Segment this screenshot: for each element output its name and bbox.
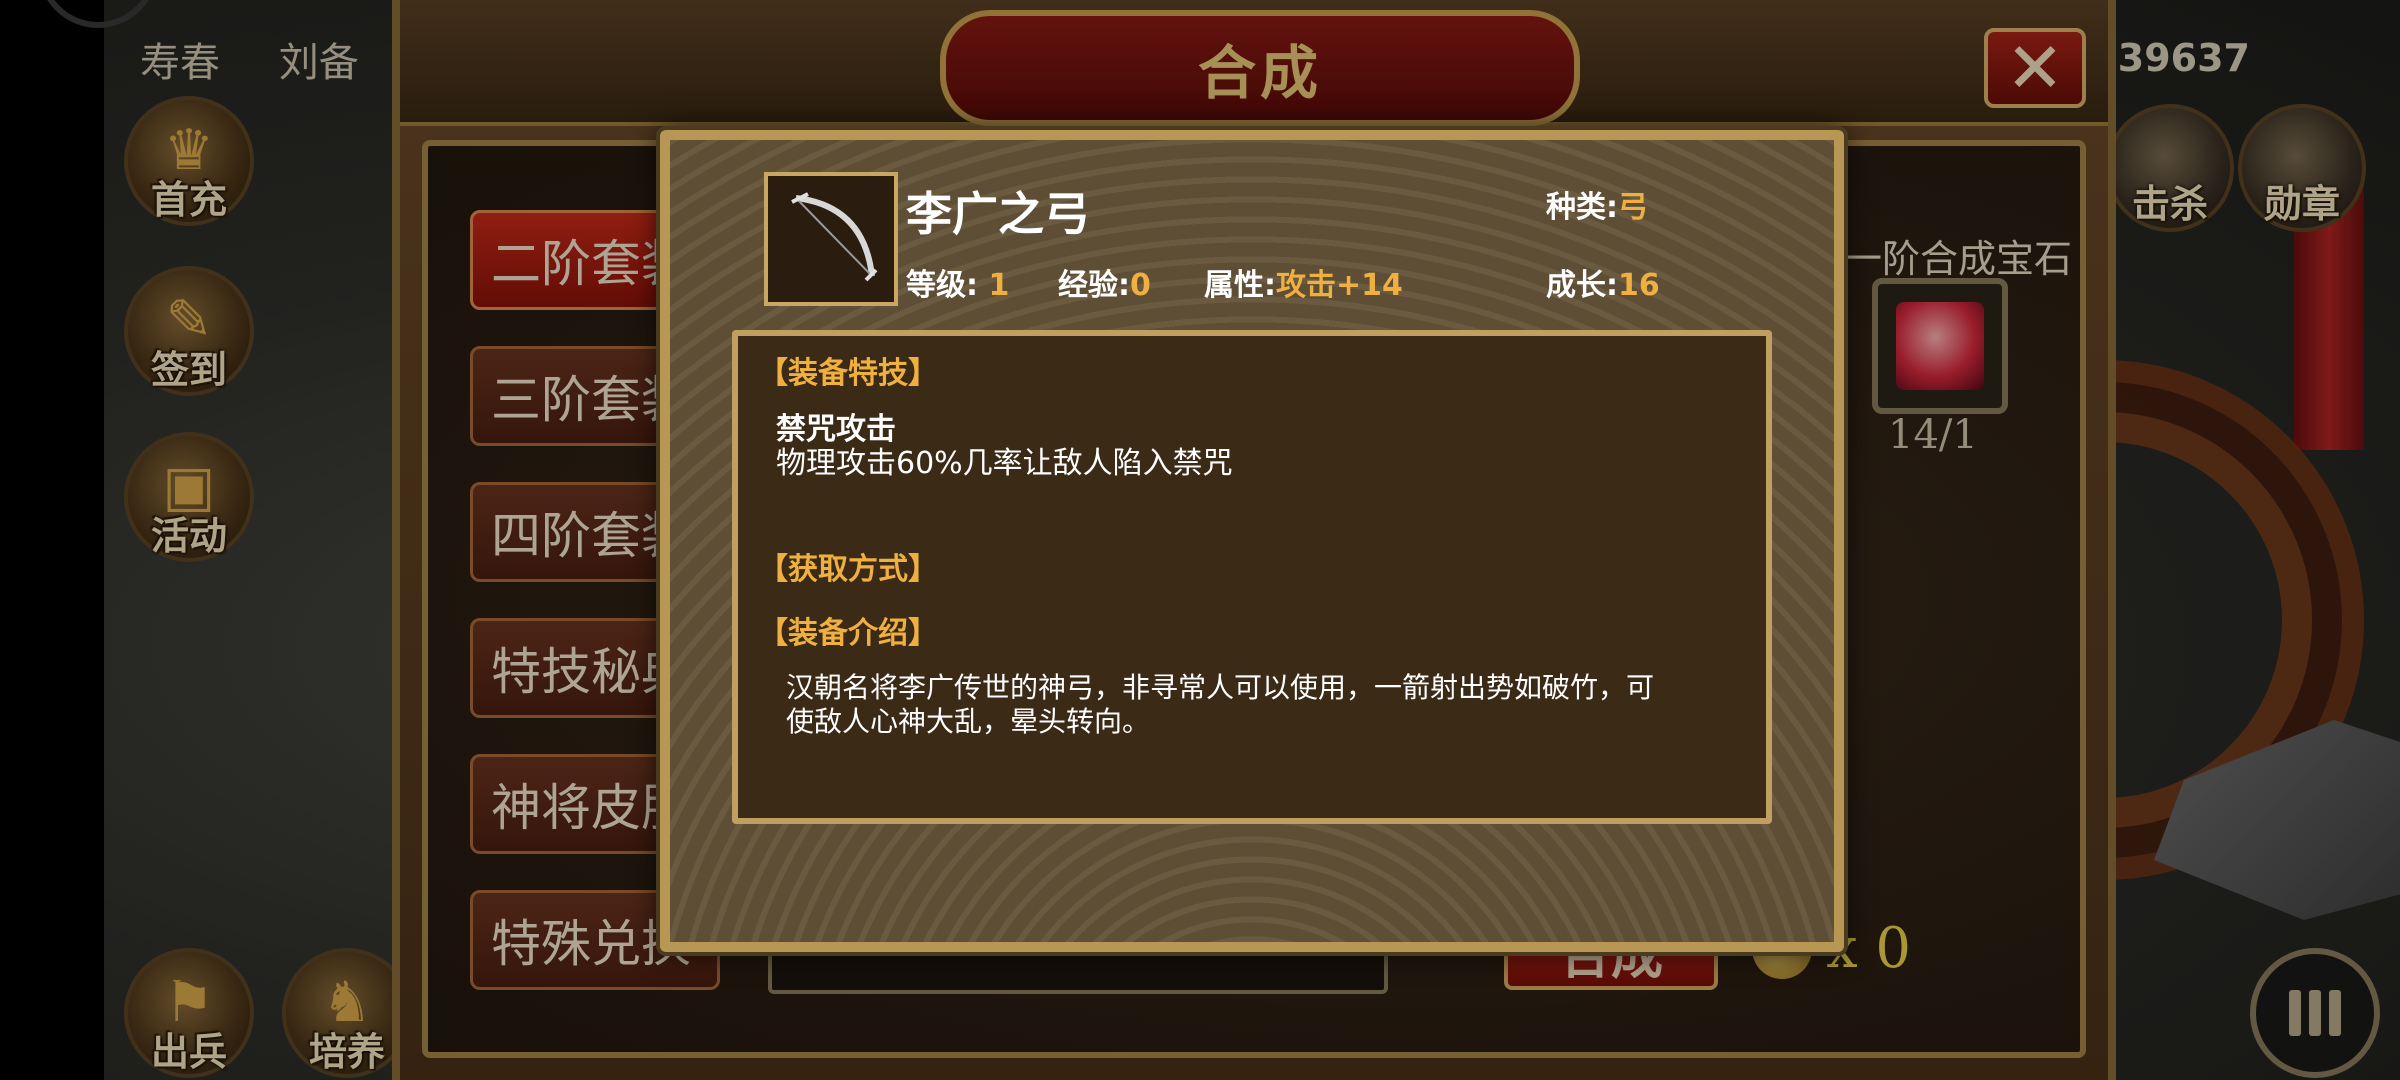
growth-stat: 成长:16 [1546,260,1660,304]
attribute-stat: 属性:攻击+14 [1204,260,1403,304]
attribute-value: 攻击+14 [1276,268,1403,303]
skill-header: 【装备特技】 [758,356,938,391]
exp-value: 0 [1130,268,1151,303]
growth-value: 16 [1618,268,1660,303]
item-description-box: 【装备特技】 禁咒攻击 物理攻击60%几率让敌人陷入禁咒 【获取方式】 【装备介… [732,330,1772,824]
exp-label: 经验: [1058,268,1130,303]
level-stat: 等级: 1 [906,260,1009,304]
attribute-label: 属性: [1204,268,1276,303]
obtain-header: 【获取方式】 [758,552,938,587]
bow-icon [764,172,898,306]
exp-stat: 经验:0 [1058,260,1151,304]
skill-description: 物理攻击60%几率让敌人陷入禁咒 [776,446,1233,481]
level-value: 1 [988,268,1010,303]
intro-header: 【装备介绍】 [758,616,938,651]
type-label: 种类: [1546,190,1618,225]
item-name: 李广之弓 [906,187,1090,241]
growth-label: 成长: [1546,268,1618,303]
intro-text-line2: 使敌人心神大乱，晕头转向。 [786,705,1151,738]
level-label: 等级: [906,268,978,303]
type-stat: 种类:弓 [1546,182,1648,226]
type-value: 弓 [1618,190,1648,225]
item-detail-popup: 李广之弓 等级: 1 经验:0 属性:攻击+14 种类:弓 成长:16 【装备特… [660,130,1844,952]
